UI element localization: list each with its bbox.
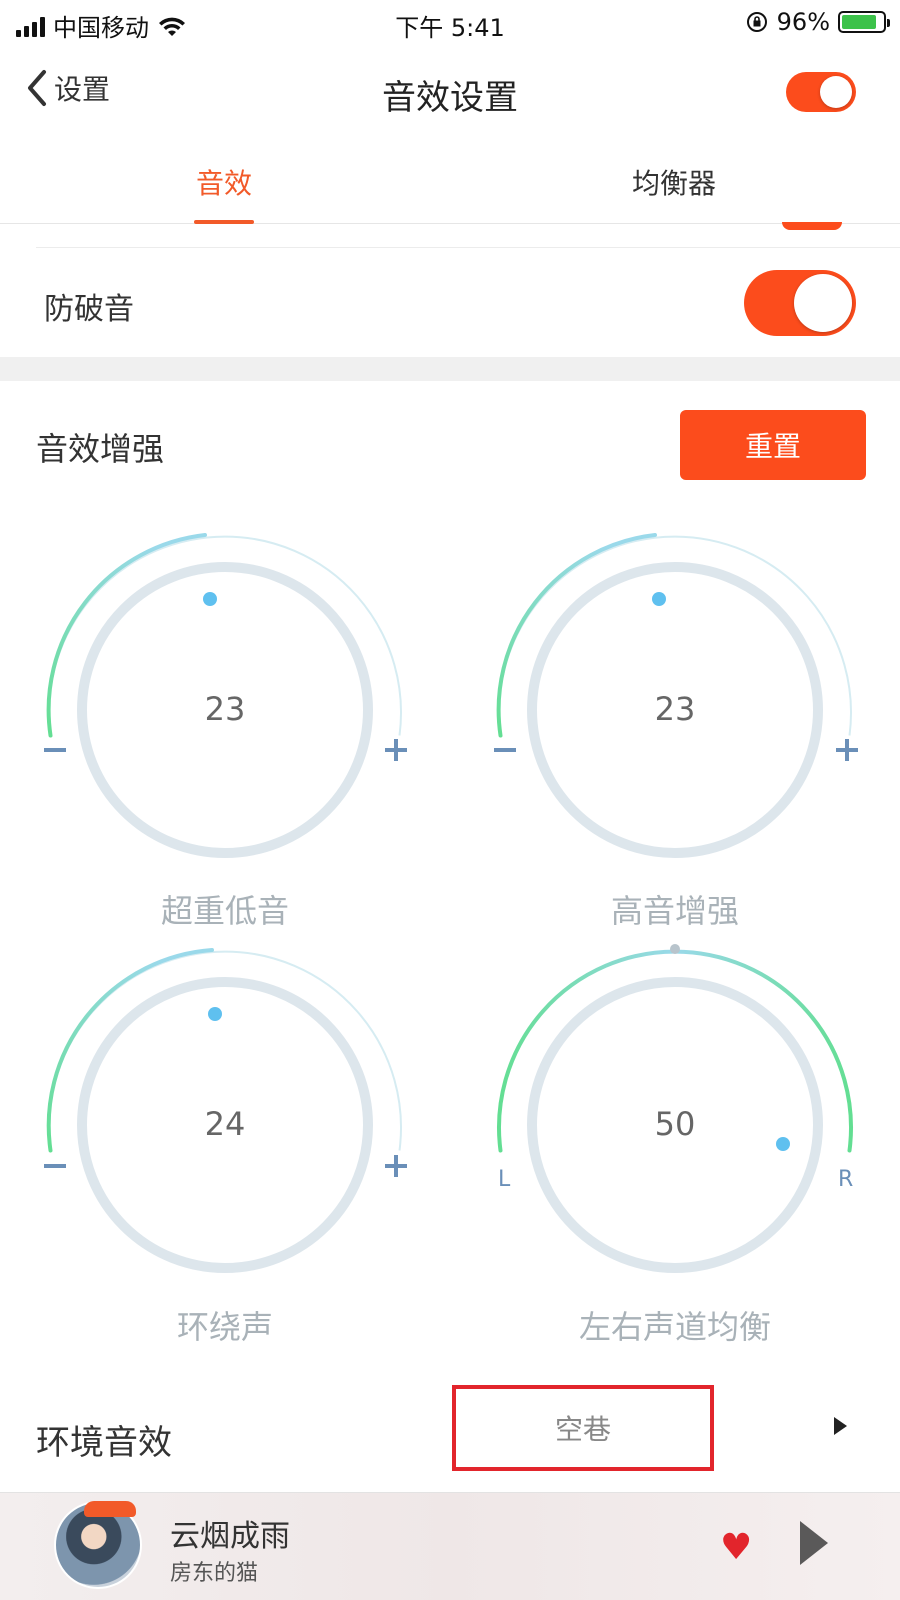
- toggle-knob: [820, 76, 852, 108]
- treble-boost-value: 23: [654, 690, 696, 728]
- battery-icon: [838, 11, 890, 33]
- dial-center-marker: [670, 944, 680, 954]
- nav-bar: 设置 音效设置: [0, 46, 900, 136]
- bass-boost-label: 超重低音: [160, 892, 289, 930]
- enhance-section-title: 音效增强: [36, 430, 165, 468]
- minus-icon[interactable]: [44, 748, 66, 752]
- anti-pop-toggle[interactable]: [744, 270, 856, 336]
- environment-sound-value: 空巷: [554, 1413, 611, 1446]
- tab-bar: 音效 均衡器: [0, 136, 900, 224]
- reset-button[interactable]: 重置: [680, 410, 866, 480]
- tab-equalizer[interactable]: 均衡器: [574, 162, 774, 202]
- play-icon[interactable]: [800, 1521, 828, 1565]
- tab-sound-effects[interactable]: 音效: [124, 162, 324, 202]
- treble-boost-label: 高音增强: [610, 892, 739, 930]
- dial-indicator-dot: [652, 592, 666, 606]
- master-sound-toggle[interactable]: [786, 72, 856, 112]
- anti-pop-label: 防破音: [44, 292, 134, 327]
- page-title: 音效设置: [382, 78, 518, 118]
- dial-indicator-dot: [208, 1007, 222, 1021]
- play-arrow-icon[interactable]: [834, 1417, 847, 1435]
- toggle-knob: [794, 274, 852, 332]
- heart-icon[interactable]: ♥: [720, 1527, 752, 1568]
- plus-icon[interactable]: [385, 1155, 407, 1177]
- environment-sound-row[interactable]: 环境音效 空巷: [0, 1385, 900, 1495]
- balance-value: 50: [654, 1105, 696, 1143]
- balance-left-marker: L: [498, 1167, 511, 1192]
- mini-player[interactable]: 云烟成雨 房东的猫 ♥: [0, 1492, 900, 1600]
- bass-boost-value: 23: [204, 690, 246, 728]
- partial-toggle-peek: [782, 222, 842, 230]
- anti-pop-row: 防破音: [36, 247, 900, 357]
- balance-label: 左右声道均衡: [578, 1308, 771, 1346]
- artist-name: 房东的猫: [170, 1561, 259, 1586]
- environment-sound-label: 环境音效: [36, 1423, 172, 1463]
- battery-percent: 96%: [776, 8, 830, 36]
- plus-icon[interactable]: [385, 739, 407, 761]
- section-divider: [0, 357, 900, 381]
- song-title: 云烟成雨: [170, 1519, 290, 1554]
- dial-indicator-dot: [203, 592, 217, 606]
- minus-icon[interactable]: [44, 1164, 66, 1168]
- surround-label: 环绕声: [176, 1308, 273, 1346]
- minus-icon[interactable]: [494, 748, 516, 752]
- dial-indicator-dot: [776, 1137, 790, 1151]
- plus-icon[interactable]: [836, 739, 858, 761]
- status-bar: 中国移动 下午 5:41 96%: [0, 0, 900, 46]
- tab-active-indicator: [194, 220, 254, 224]
- orientation-lock-icon: [746, 12, 767, 32]
- balance-right-marker: R: [838, 1167, 854, 1192]
- cover-accent-icon: [84, 1501, 136, 1517]
- status-right: 96%: [745, 8, 890, 36]
- surround-value: 24: [204, 1105, 246, 1143]
- environment-sound-value-highlight[interactable]: 空巷: [452, 1385, 714, 1471]
